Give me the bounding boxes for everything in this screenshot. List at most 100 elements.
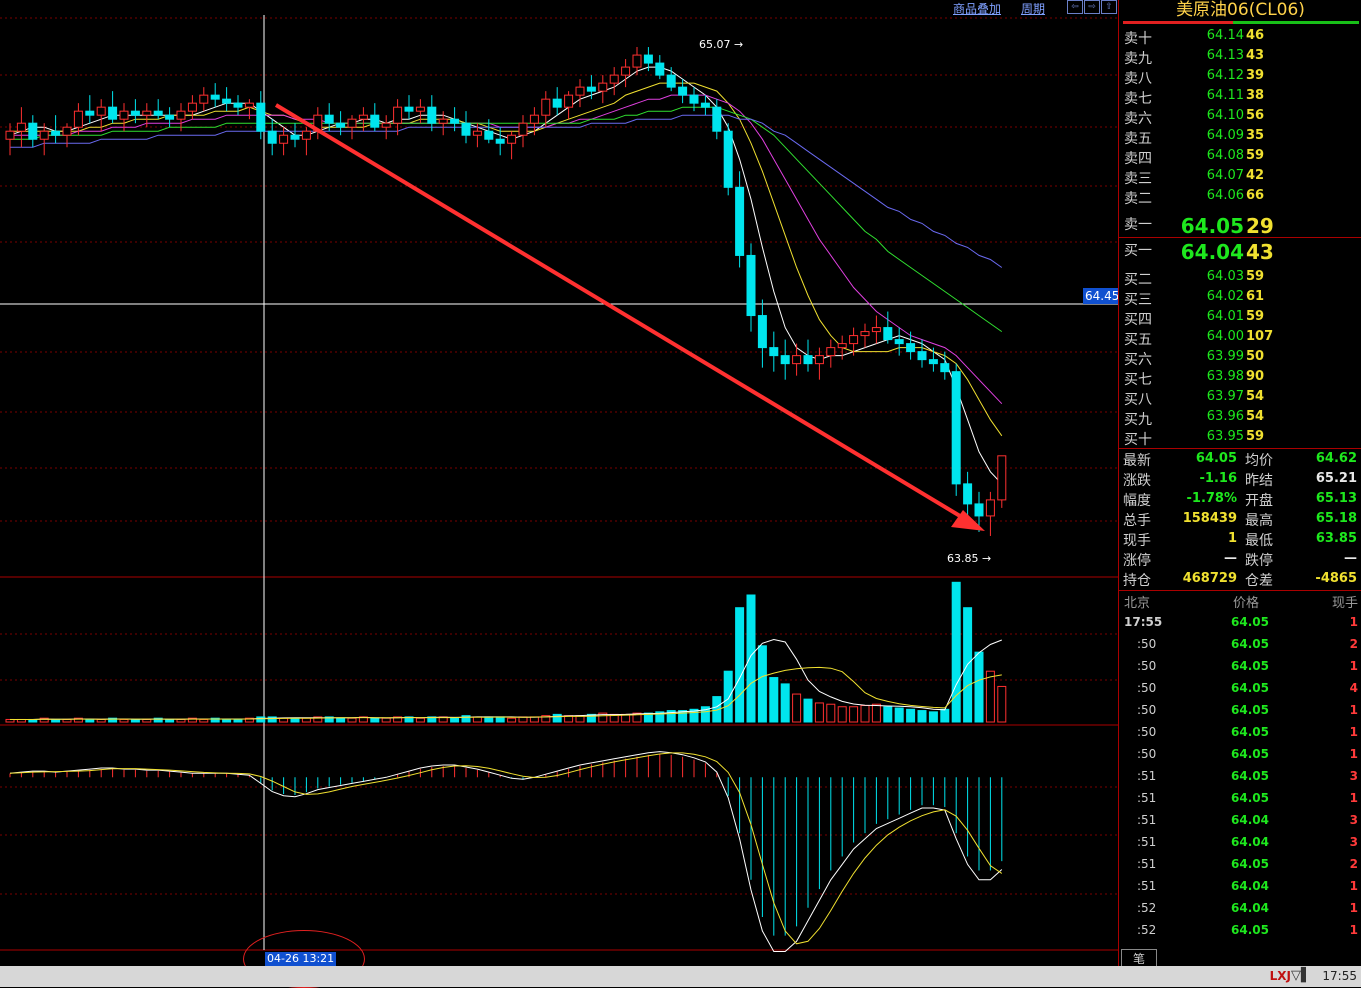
volume-bar: [450, 717, 460, 723]
period-link[interactable]: 周期: [1021, 0, 1045, 17]
orderbook-row[interactable]: 买四 64.01 59: [1119, 309, 1361, 329]
nav-left-button[interactable]: ⇦: [1067, 0, 1083, 14]
stat-value: 65.13: [1315, 491, 1357, 506]
candle-body: [358, 114, 368, 120]
orderbook-label: 卖六: [1124, 111, 1152, 127]
orderbook-label: 买五: [1124, 332, 1152, 348]
orderbook-row[interactable]: 卖一 64.05 29: [1119, 214, 1361, 238]
orderbook-row[interactable]: 买五 64.00 107: [1119, 329, 1361, 349]
orderbook-qty: 107: [1246, 329, 1274, 344]
nav-right-button[interactable]: ⇨: [1084, 0, 1100, 14]
tick-row[interactable]: :51 64.04 3: [1119, 835, 1361, 857]
orderbook-row[interactable]: 卖七 64.11 38: [1119, 88, 1361, 108]
volume-bar: [985, 670, 995, 723]
orderbook-label: 买八: [1124, 392, 1152, 408]
volume-bar: [415, 717, 425, 723]
candle-body: [51, 130, 61, 136]
volume-bar: [860, 704, 870, 723]
candle-body: [5, 130, 15, 140]
orderbook-row[interactable]: 买八 63.97 54: [1119, 389, 1361, 409]
volume-bar: [461, 715, 471, 723]
stat-label: 现手: [1123, 533, 1151, 549]
orderbook-row[interactable]: 卖八 64.12 39: [1119, 68, 1361, 88]
candle-body: [28, 122, 38, 140]
orderbook-row[interactable]: 卖六 64.10 56: [1119, 108, 1361, 128]
tick-row[interactable]: :51 64.04 1: [1119, 879, 1361, 901]
volume-bar: [951, 581, 961, 723]
volume-bar: [507, 717, 517, 723]
tick-time: :50: [1137, 703, 1157, 717]
tick-time: :50: [1137, 747, 1157, 761]
candle-body: [735, 186, 745, 256]
candle-body: [621, 66, 631, 76]
orderbook-qty: 59: [1246, 309, 1265, 324]
tick-qty: 1: [1349, 879, 1358, 893]
tick-row[interactable]: :52 64.04 1: [1119, 901, 1361, 923]
tick-time: :51: [1137, 835, 1157, 849]
tick-qty: 2: [1349, 857, 1358, 871]
candle-body: [906, 343, 916, 353]
buy-ratio-bar: [1233, 21, 1359, 24]
orderbook-row[interactable]: 买一 64.04 43: [1119, 240, 1361, 264]
volume-bar: [940, 708, 950, 723]
volume-bar: [176, 718, 186, 723]
candle-body: [415, 106, 425, 112]
orderbook-row[interactable]: 卖九 64.13 43: [1119, 48, 1361, 68]
volume-bar: [769, 677, 779, 723]
tick-row[interactable]: :50 64.05 1: [1119, 703, 1361, 725]
tick-price: 64.05: [1231, 857, 1269, 871]
stat-value: 64.05: [1195, 451, 1237, 466]
volume-bar: [62, 718, 72, 723]
tick-header-qty: 现手: [1331, 596, 1358, 611]
candle-body: [16, 122, 26, 132]
tab-trades[interactable]: 笔: [1121, 949, 1157, 967]
tick-qty: 2: [1349, 637, 1358, 651]
orderbook-price: 64.01: [1206, 309, 1244, 324]
orderbook-row[interactable]: 卖二 64.06 66: [1119, 188, 1361, 208]
tick-row[interactable]: :50 64.05 1: [1119, 659, 1361, 681]
tick-row[interactable]: :51 64.04 3: [1119, 813, 1361, 835]
tick-row[interactable]: :50 64.05 2: [1119, 637, 1361, 659]
tick-row[interactable]: 17:55 64.05 1: [1119, 615, 1361, 637]
tick-price: 64.05: [1231, 637, 1269, 651]
orderbook-qty: 56: [1246, 108, 1265, 123]
macd-line: [9, 752, 1003, 945]
orderbook-row[interactable]: 买七 63.98 90: [1119, 369, 1361, 389]
candle-body: [347, 118, 357, 128]
volume-bar: [495, 716, 505, 723]
tick-row[interactable]: :52 64.05 1: [1119, 923, 1361, 945]
nav-up-button[interactable]: ⇧: [1101, 0, 1117, 14]
orderbook-row[interactable]: 卖三 64.07 42: [1119, 168, 1361, 188]
candle-body: [678, 86, 688, 96]
candle-body: [632, 54, 642, 68]
orderbook-row[interactable]: 买九 63.96 54: [1119, 409, 1361, 429]
candle-body: [85, 110, 95, 116]
tick-row[interactable]: :51 64.05 2: [1119, 857, 1361, 879]
orderbook-row[interactable]: 卖五 64.09 35: [1119, 128, 1361, 148]
orderbook-row[interactable]: 买十 63.95 59: [1119, 429, 1361, 449]
orderbook-row[interactable]: 卖四 64.08 59: [1119, 148, 1361, 168]
tick-row[interactable]: :51 64.05 3: [1119, 769, 1361, 791]
crosshair-price-label: 64.45: [1083, 288, 1122, 304]
tick-row[interactable]: :50 64.05 1: [1119, 747, 1361, 769]
orderbook-row[interactable]: 买六 63.99 50: [1119, 349, 1361, 369]
orderbook-price: 64.00: [1206, 329, 1244, 344]
orderbook-label: 卖五: [1124, 131, 1152, 147]
orderbook-row[interactable]: 买三 64.02 61: [1119, 289, 1361, 309]
tick-row[interactable]: :50 64.05 1: [1119, 725, 1361, 747]
tick-price: 64.05: [1231, 923, 1269, 937]
candle-body: [883, 327, 893, 341]
volume-bar: [974, 651, 984, 723]
overlay-link[interactable]: 商品叠加: [953, 0, 1001, 17]
volume-bar: [96, 718, 106, 723]
candle-body: [176, 110, 186, 120]
tick-row[interactable]: :51 64.05 1: [1119, 791, 1361, 813]
volume-bar: [51, 718, 61, 723]
orderbook-row[interactable]: 买二 64.03 59: [1119, 269, 1361, 289]
orderbook-price: 64.11: [1206, 88, 1244, 103]
tick-row[interactable]: :50 64.05 4: [1119, 681, 1361, 703]
orderbook-row[interactable]: 卖十 64.14 46: [1119, 28, 1361, 48]
instrument-title[interactable]: 美原油06(CL06): [1119, 0, 1361, 20]
kline-chart[interactable]: 65.07 → 63.85 →: [0, 0, 1118, 966]
chart-area[interactable]: 65.07 → 63.85 → 商品叠加 周期 ⇦ ⇨ ⇧ 64.45 04-26…: [0, 0, 1122, 988]
